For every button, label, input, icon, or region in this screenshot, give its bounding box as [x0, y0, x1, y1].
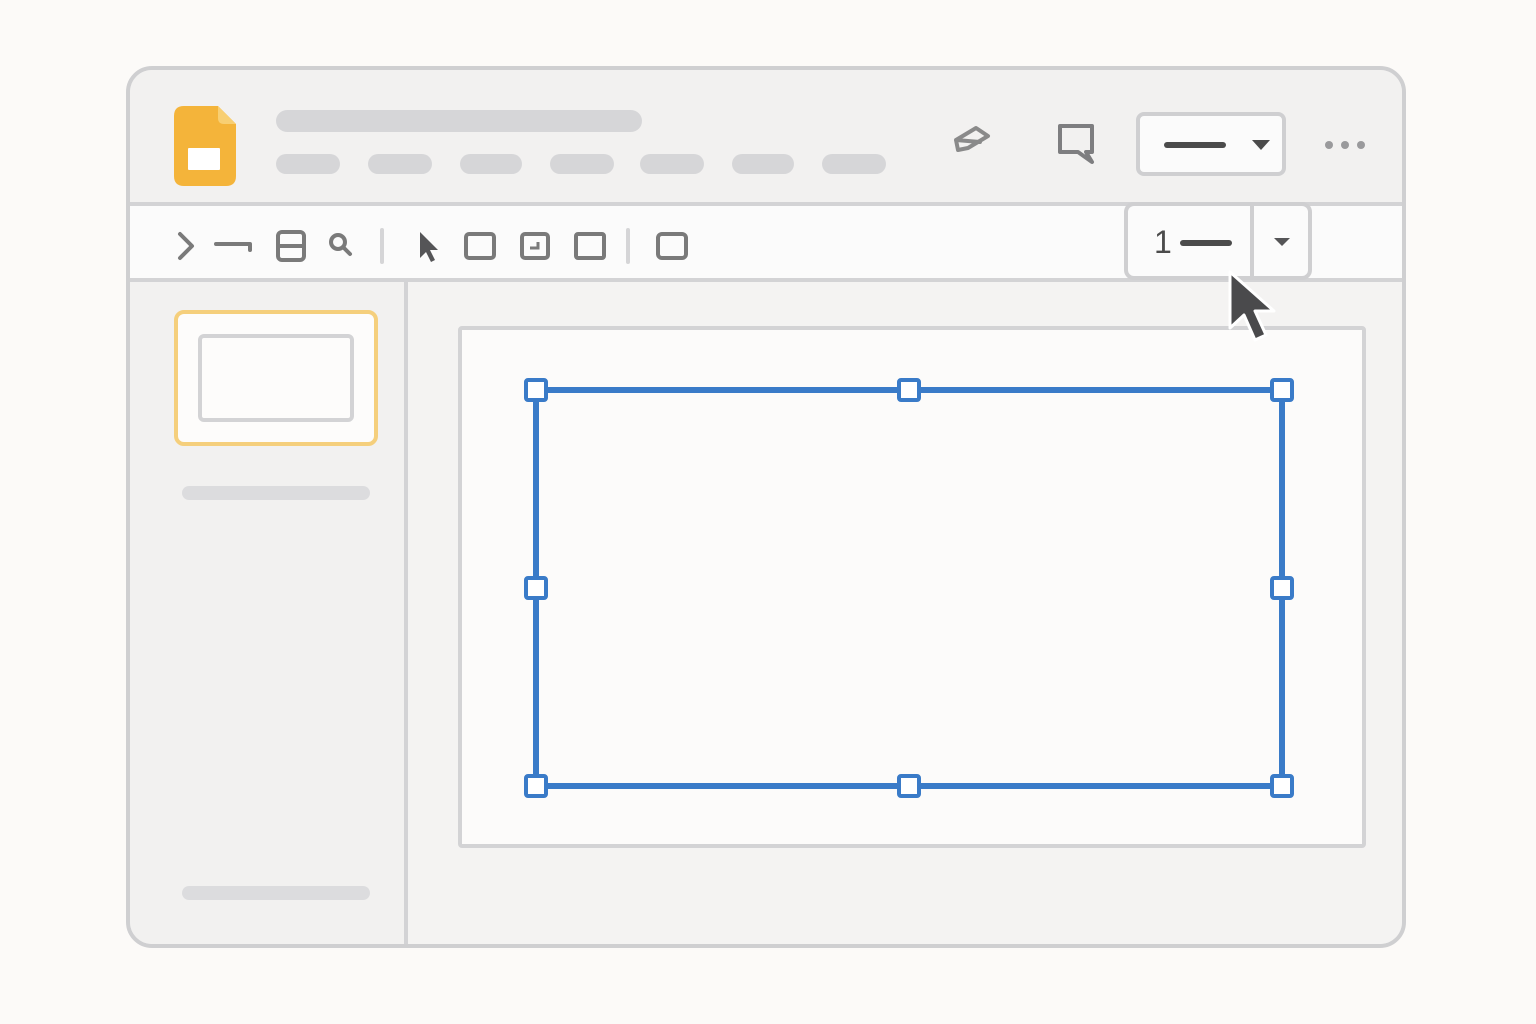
- slide-panel: [130, 282, 408, 944]
- resize-handle-left[interactable]: [524, 576, 548, 600]
- resize-handle-top-left[interactable]: [524, 378, 548, 402]
- slide-panel-footer: [182, 886, 370, 900]
- slide-panel-label: [182, 486, 370, 500]
- rectangle-icon[interactable]: [462, 228, 498, 264]
- border-weight-dropdown[interactable]: 1: [1124, 202, 1312, 280]
- zoom-icon[interactable]: [326, 228, 356, 264]
- more-horizontal-icon[interactable]: [1324, 140, 1366, 150]
- layout-icon[interactable]: [274, 228, 310, 264]
- toolbar: 1: [130, 202, 1402, 282]
- app-window: 1: [126, 66, 1406, 948]
- resize-handle-bottom-left[interactable]: [524, 774, 548, 798]
- chevron-down-icon[interactable]: [1272, 236, 1292, 248]
- dropdown-divider: [1250, 206, 1254, 276]
- resize-handle-bottom-right[interactable]: [1270, 774, 1294, 798]
- menu-item-2[interactable]: [368, 154, 432, 174]
- line-style-preview: [1164, 142, 1226, 148]
- resize-handle-right[interactable]: [1270, 576, 1294, 600]
- chevron-right-icon[interactable]: [174, 228, 198, 264]
- document-title[interactable]: [276, 110, 642, 132]
- comment-icon[interactable]: [1054, 122, 1098, 166]
- resize-handle-top[interactable]: [897, 378, 921, 402]
- textbox-icon[interactable]: [654, 228, 690, 264]
- slides-doc-icon[interactable]: [174, 106, 236, 186]
- selected-rectangle[interactable]: [533, 387, 1285, 789]
- pen-icon[interactable]: [950, 122, 994, 158]
- menu-item-5[interactable]: [640, 154, 704, 174]
- toolbar-divider: [380, 228, 384, 264]
- slide-thumbnail[interactable]: [174, 310, 378, 446]
- toolbar-divider: [626, 228, 630, 264]
- mouse-cursor-icon: [1228, 270, 1276, 342]
- menu-item-1[interactable]: [276, 154, 340, 174]
- title-bar: [130, 70, 1402, 206]
- chevron-down-icon: [1252, 140, 1270, 150]
- menu-item-4[interactable]: [550, 154, 614, 174]
- menu-item-6[interactable]: [732, 154, 794, 174]
- shape-icon[interactable]: [572, 228, 608, 264]
- line-icon[interactable]: [212, 228, 258, 264]
- menu-item-7[interactable]: [822, 154, 886, 174]
- line-style-dropdown[interactable]: [1136, 112, 1286, 176]
- resize-handle-top-right[interactable]: [1270, 378, 1294, 402]
- menu-item-3[interactable]: [460, 154, 522, 174]
- pointer-icon[interactable]: [414, 228, 442, 264]
- selection-overlay: [524, 378, 1294, 798]
- image-icon[interactable]: [518, 228, 552, 264]
- editor-canvas: [408, 282, 1402, 944]
- slide-thumbnail-content: [198, 334, 354, 422]
- resize-handle-bottom[interactable]: [897, 774, 921, 798]
- border-weight-preview: [1180, 240, 1232, 246]
- border-weight-value: 1: [1154, 224, 1172, 260]
